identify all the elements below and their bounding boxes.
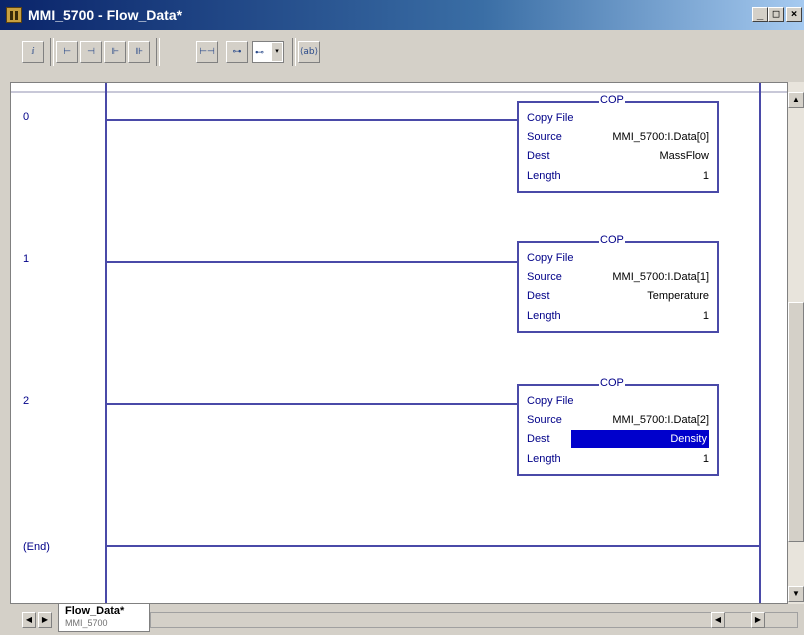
length-value[interactable]: 1 [703,450,709,468]
dest-row[interactable]: Dest Temperature [527,287,709,305]
dest-value-selected[interactable]: Density [571,430,709,448]
rung-number[interactable]: 1 [23,253,29,265]
horizontal-scrollbar[interactable]: ◀ ▶ [150,612,798,628]
scroll-right-icon[interactable]: ▶ [751,612,765,628]
cop-instruction[interactable]: COP Copy File Source MMI_5700:I.Data[2] D… [517,377,719,476]
toolbar-separator [156,38,160,66]
length-label: Length [527,310,561,322]
otl-icon[interactable]: ⊶ [226,41,248,63]
source-row[interactable]: Source MMI_5700:I.Data[2] [527,411,709,429]
scroll-left-icon[interactable]: ◀ [711,612,725,628]
instruction-desc: Copy File [527,109,709,127]
length-row[interactable]: Length 1 [527,167,709,185]
dest-value[interactable]: Temperature [647,287,709,305]
instruction-title: COP [599,94,625,106]
toolbar-separator [292,38,296,66]
end-rung-label[interactable]: (End) [23,541,50,553]
branch-icon[interactable]: ⊢ [56,41,78,63]
right-power-rail [759,83,761,603]
source-label: Source [527,414,562,426]
desc-label: Copy File [527,252,574,264]
instruction-toolbar: ⅈ ⊢ ⊣ ⊩ ⊪ ⊢⊣ ⊶ ⊷ ▾ ⟨ab⟩ [0,30,804,76]
scroll-down-icon[interactable]: ▼ [788,586,804,602]
end-rung-wire [107,545,761,547]
instruction-desc: Copy File [527,249,709,267]
maximize-button[interactable]: □ [768,7,784,22]
xic-icon[interactable]: ⊩ [104,41,126,63]
ladder-header-line [11,91,787,93]
length-value[interactable]: 1 [703,307,709,325]
bottom-bar: ◀ ▶ Flow_Data* MMI_5700 ◀ ▶ [0,604,804,635]
length-row[interactable]: Length 1 [527,450,709,468]
chevron-down-icon[interactable]: ▾ [272,43,282,61]
dest-row[interactable]: Dest Density [527,430,709,448]
tab-prev-icon[interactable]: ◀ [22,612,36,628]
rung-icon[interactable]: ⅈ [22,41,44,63]
tab-sublabel: MMI_5700 [65,618,108,628]
instruction-title: COP [599,377,625,389]
tab-flow-data[interactable]: Flow_Data* MMI_5700 [58,604,150,632]
dest-label: Dest [527,290,550,302]
tab-next-icon[interactable]: ▶ [38,612,52,628]
scroll-thumb[interactable] [788,302,804,542]
close-button[interactable]: × [786,7,802,22]
dest-value[interactable]: MassFlow [659,147,709,165]
left-power-rail [105,83,107,603]
rung-wire [107,119,517,121]
ladder-editor[interactable]: 0 COP Copy File Source MMI_5700:I.Data[0]… [10,82,788,604]
instruction-dropdown[interactable]: ⊷ ▾ [252,41,284,63]
desc-label: Copy File [527,112,574,124]
window-title: MMI_5700 - Flow_Data* [28,7,183,23]
window-titlebar[interactable]: MMI_5700 - Flow_Data* _ □ × [0,0,804,30]
source-label: Source [527,131,562,143]
length-label: Length [527,170,561,182]
rung-wire [107,403,517,405]
toolbar-separator [50,38,54,66]
source-value[interactable]: MMI_5700:I.Data[0] [612,128,709,146]
dropdown-label: ⊷ [255,47,264,57]
dest-row[interactable]: Dest MassFlow [527,147,709,165]
source-value[interactable]: MMI_5700:I.Data[2] [612,411,709,429]
length-row[interactable]: Length 1 [527,307,709,325]
source-row[interactable]: Source MMI_5700:I.Data[1] [527,268,709,286]
xio-icon[interactable]: ⊪ [128,41,150,63]
rung-wire [107,261,517,263]
instruction-title: COP [599,234,625,246]
tag-icon[interactable]: ⟨ab⟩ [298,41,320,63]
minimize-button[interactable]: _ [752,7,768,22]
source-label: Source [527,271,562,283]
rung-number[interactable]: 0 [23,111,29,123]
scroll-up-icon[interactable]: ▲ [788,92,804,108]
source-row[interactable]: Source MMI_5700:I.Data[0] [527,128,709,146]
ote-icon[interactable]: ⊢⊣ [196,41,218,63]
app-icon[interactable] [6,7,22,23]
dest-label: Dest [527,433,550,445]
instruction-desc: Copy File [527,392,709,410]
length-label: Length [527,453,561,465]
dest-label: Dest [527,150,550,162]
cop-instruction[interactable]: COP Copy File Source MMI_5700:I.Data[1] D… [517,234,719,333]
branch-level-icon[interactable]: ⊣ [80,41,102,63]
rung-number[interactable]: 2 [23,395,29,407]
cop-instruction[interactable]: COP Copy File Source MMI_5700:I.Data[0] D… [517,94,719,193]
vertical-scrollbar[interactable]: ▲ ▼ [788,82,804,604]
length-value[interactable]: 1 [703,167,709,185]
tab-label: Flow_Data* [65,605,125,617]
desc-label: Copy File [527,395,574,407]
source-value[interactable]: MMI_5700:I.Data[1] [612,268,709,286]
